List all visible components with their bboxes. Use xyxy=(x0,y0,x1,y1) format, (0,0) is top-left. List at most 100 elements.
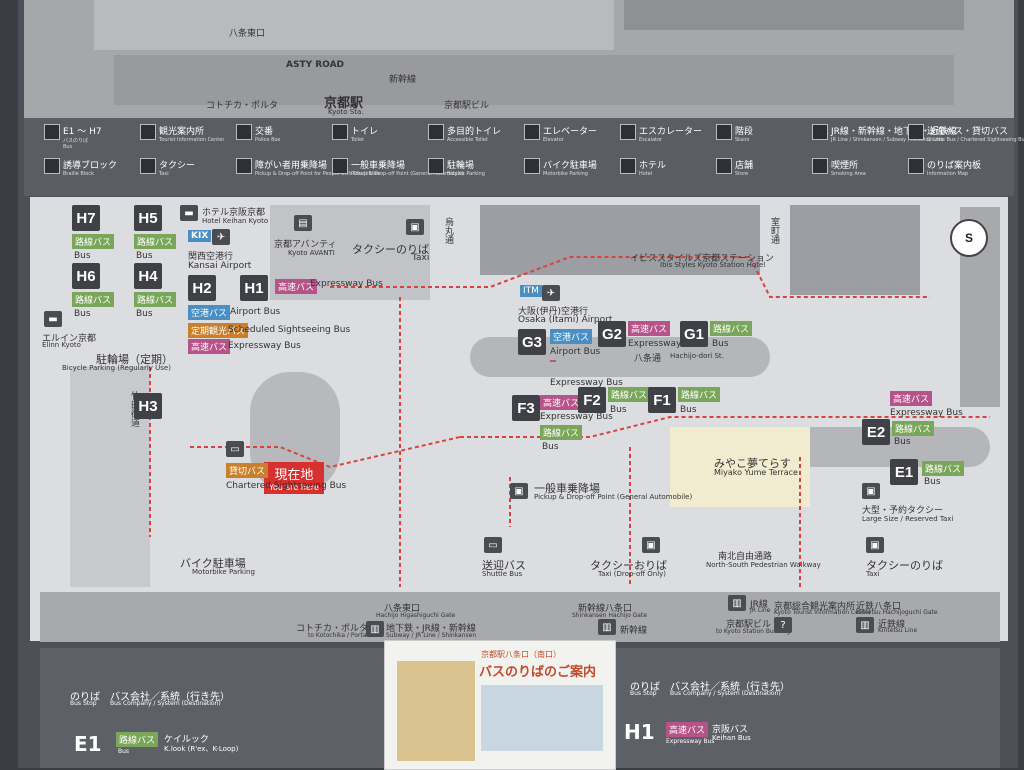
jr-en: JR Line xyxy=(750,607,771,614)
hotel-keihan-en: Hotel Keihan Kyoto xyxy=(202,217,269,225)
legend-sub-police: Police Box xyxy=(255,137,281,143)
police-icon xyxy=(236,124,252,140)
legend-label-accessible: 多目的トイレ xyxy=(447,127,502,137)
stop-F1-en: Bus xyxy=(680,405,697,415)
legend-item-stairs: 階段 Stairs xyxy=(716,124,753,143)
hotel-icon: ▬ xyxy=(180,205,198,221)
legend-item-range: E1 〜 H7 バスのりば Bus xyxy=(44,124,102,150)
braille-icon xyxy=(44,158,60,174)
legend-label-toilet: トイレ xyxy=(351,127,379,137)
left-company-hdr-en: Bus Company / System (Destination) xyxy=(110,700,221,707)
right-company-hdr-en: Bus Company / System (Destination) xyxy=(670,690,781,697)
hachijo-dori-label: 八条通 xyxy=(634,354,662,364)
toilet-icon xyxy=(332,124,348,140)
stop-H1-en-2: Expressway Bus xyxy=(228,341,301,351)
legend-label-escalator: エスカレーター xyxy=(639,127,703,137)
stop-F2: F2 xyxy=(578,387,606,413)
stop-F1: F1 xyxy=(648,387,676,413)
taxi-drop-en: Taxi (Drop-off Only) xyxy=(598,570,667,578)
store-icon: ▤ xyxy=(294,215,312,231)
legend-sub-escalator: Escalator xyxy=(639,137,663,143)
legend-row-2: 誘導ブロック Braille Block タクシー Taxi 障がい者用乗降場 Picku… xyxy=(44,158,1004,188)
legend-item-elevator: エレベーター Elevator xyxy=(524,124,597,143)
taxi-stand-en: Taxi xyxy=(412,253,430,263)
legend-sub-store: Store xyxy=(735,171,749,177)
stop-E1-en: Bus xyxy=(924,477,941,487)
korokan-en: to Kotochika / Porta xyxy=(308,632,367,639)
muromachi-label: 室町通 xyxy=(769,217,779,244)
legend-item-police: 交番 Police Box xyxy=(236,124,280,143)
legend-label-braille: 誘導ブロック xyxy=(63,161,118,171)
poster-map-image-2 xyxy=(481,685,603,751)
legend-bar: E1 〜 H7 バスのりば Bus 観光案内所 Tourist Information … xyxy=(24,118,1024,196)
stop-G3-en: Airport Bus xyxy=(550,347,601,357)
taxi-icon-2: ▣ xyxy=(642,537,660,553)
legend-sub-taxi: Taxi xyxy=(159,171,169,177)
legend-sub-shuttle: Shuttle Bus / Chartered Sightseeing Bus xyxy=(927,137,1024,143)
escalator-icon xyxy=(620,124,636,140)
motorbike-en: Motorbike Parking xyxy=(192,568,255,576)
smoking-icon xyxy=(812,158,828,174)
taxi-icon: ▣ xyxy=(406,219,424,235)
top-korokan-label: コトチカ・ポルタ xyxy=(206,101,279,111)
legend-item-braille: 誘導ブロック Braille Block xyxy=(44,158,117,177)
itm-code: ITM xyxy=(520,285,542,297)
stop-G3-tag: 空港バス xyxy=(550,329,593,344)
stop-G3: G3 xyxy=(518,329,546,355)
legend-sub-stairs: Stairs xyxy=(735,137,750,143)
stop-G2-tag: 高速バス xyxy=(628,321,671,336)
legend-label-info: 観光案内所 xyxy=(159,127,205,137)
stop-H2: H2 xyxy=(188,275,216,301)
info-icon xyxy=(140,124,156,140)
stop-H5-en: Bus xyxy=(136,251,153,261)
legend-label-police: 交番 xyxy=(255,127,274,137)
legend-sub-range: バスのりば xyxy=(63,138,89,144)
taxi-icon xyxy=(140,158,156,174)
legend-row-1: E1 〜 H7 バスのりば Bus 観光案内所 Tourist Information … xyxy=(44,124,1024,154)
legend-label-infomap: のりば案内板 xyxy=(927,161,982,171)
stop-H2-tag: 空港バス xyxy=(188,305,231,320)
legend-label-range: E1 〜 H7 xyxy=(63,127,102,137)
poster-subtitle: 京都駅八条口（南口） xyxy=(481,650,561,659)
top-map: 八条東口 ASTY ROAD 新幹線 コトチカ・ポルタ 京都駅 Kyoto St… xyxy=(24,0,1014,118)
stop-E1-tag: 路線バス xyxy=(922,461,965,476)
stop-H3: H3 xyxy=(134,393,162,419)
legend-item-bicycle: 駐輪場 Bicycle Parking xyxy=(428,158,485,177)
shinkansen-label: 新幹線 xyxy=(620,626,648,636)
legend-sub-hotel: Hotel xyxy=(639,171,653,177)
legend-item-info: 観光案内所 Tourist Information Center xyxy=(140,124,224,143)
kintetsu-icon: ▥ xyxy=(856,617,874,633)
shuttle-en: Shuttle Bus xyxy=(482,570,523,578)
general-car-en: Pickup & Drop-off Point (General Automob… xyxy=(534,493,693,501)
asty-road-label: ASTY ROAD xyxy=(286,60,345,70)
store-icon xyxy=(716,158,732,174)
compass-icon: S xyxy=(950,219,988,257)
accessible-icon xyxy=(428,124,444,140)
kyoto-station-en-label: Kyoto Sta. xyxy=(328,108,364,116)
legend-sub-smoking: Smoking Area xyxy=(831,171,866,177)
left-stop-hdr-en: Bus Stop xyxy=(70,700,97,707)
legend-sub-moto: Motorbike Parking xyxy=(543,171,588,177)
stop-F2-tag: 路線バス xyxy=(608,387,651,402)
stop-G3-tag-2 xyxy=(550,360,556,362)
stop-H6-en: Bus xyxy=(74,309,91,319)
miyako-en: Miyako Yume Terrace xyxy=(714,468,798,477)
scheduled-en: Scheduled Sightseeing Bus xyxy=(228,325,351,335)
ns-passage-en: North-South Pedestrian Walkway xyxy=(706,561,821,569)
bus-guide-poster: 京都駅八条口（南口） バスのりばのご案内 xyxy=(384,640,616,770)
poster-title: バスのりばのご案内 xyxy=(479,665,597,680)
stop-H7-en: Bus xyxy=(74,251,91,261)
stop-E2-en: Expressway Bus xyxy=(890,408,963,418)
legend-label-store: 店舗 xyxy=(735,161,754,171)
infomap-icon xyxy=(908,158,924,174)
stop-E2-tag: 高速バス xyxy=(890,391,933,406)
stop-H6: H6 xyxy=(72,263,100,289)
shinkansen-gate-en: Shinkansen Hachijo Gate xyxy=(572,612,648,619)
stop-H6-tag: 路線バス xyxy=(72,292,115,307)
kix-en-label: Kansai Airport xyxy=(188,261,252,271)
stop-H7: H7 xyxy=(72,205,100,231)
elinn-en: Elinn Kyoto xyxy=(42,341,81,349)
moto-icon xyxy=(524,158,540,174)
legend-item-hotel: ホテル Hotel xyxy=(620,158,666,177)
legend-sub2-range: Bus xyxy=(63,144,73,150)
